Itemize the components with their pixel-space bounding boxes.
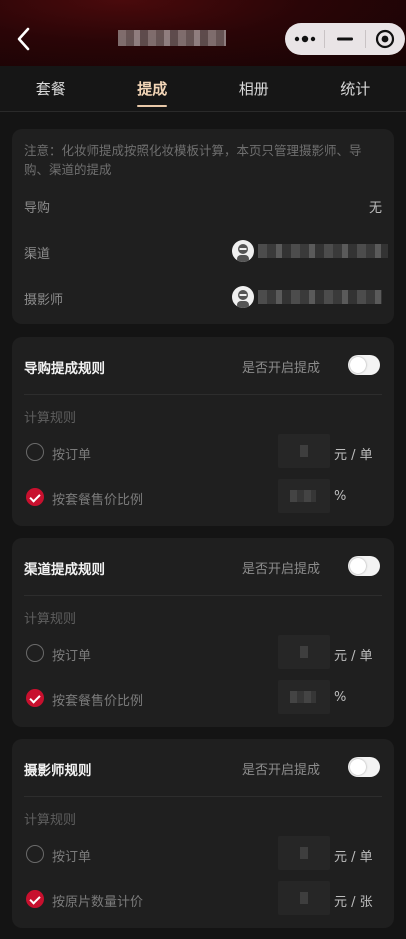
unit-label: % (334, 489, 347, 504)
calc-rule-label: 计算规则 (24, 411, 77, 426)
guide-value[interactable]: 无 (369, 197, 382, 216)
channel-avatar (232, 240, 254, 262)
channel-rule-card: 渠道提成规则 是否开启提成 计算规则 按订单 元 / 单 按套餐售价比例 % (12, 538, 394, 727)
value-input[interactable] (278, 680, 330, 714)
commission-toggle[interactable] (348, 556, 380, 576)
commission-toggle[interactable] (348, 355, 380, 375)
radio-per-photo[interactable] (26, 890, 44, 908)
unit-label: 元 / 单 (334, 850, 373, 865)
photographer-rule-card: 摄影师规则 是否开启提成 计算规则 按订单 元 / 单 按原片数量计价 元 / … (12, 739, 394, 928)
section-title: 渠道提成规则 (24, 562, 105, 578)
close-icon[interactable] (366, 23, 405, 55)
switch-label: 是否开启提成 (242, 763, 321, 778)
divider (24, 394, 382, 395)
unit-label: 元 / 单 (334, 649, 373, 664)
guide-label: 导购 (24, 201, 51, 216)
nav-header (0, 0, 406, 66)
calc-rule-label: 计算规则 (24, 813, 77, 828)
tab-bar: 套餐 提成 相册 统计 (0, 66, 406, 112)
switch-label: 是否开启提成 (242, 562, 321, 577)
info-card: 注意：化妆师提成按照化妆模板计算，本页只管理摄影师、导购、渠道的提成 导购 无 … (12, 129, 394, 324)
calc-rule-label: 计算规则 (24, 612, 77, 627)
divider (24, 796, 382, 797)
guide-rule-card: 导购提成规则 是否开启提成 计算规则 按订单 元 / 单 按套餐售价比例 % (12, 337, 394, 526)
switch-label: 是否开启提成 (242, 361, 321, 376)
commission-toggle[interactable] (348, 757, 380, 777)
section-title: 导购提成规则 (24, 361, 105, 377)
mini-program-capsule (285, 23, 405, 55)
tab-statistics[interactable]: 统计 (305, 66, 406, 111)
value-input[interactable] (278, 434, 330, 468)
radio-per-order[interactable] (26, 443, 44, 461)
divider (24, 595, 382, 596)
option-label[interactable]: 按套餐售价比例 (52, 690, 143, 709)
back-icon[interactable] (14, 26, 36, 52)
photographer-avatar (232, 286, 254, 308)
channel-name-blurred[interactable] (258, 244, 388, 258)
option-label[interactable]: 按订单 (52, 846, 91, 865)
notice-text: 注意：化妆师提成按照化妆模板计算，本页只管理摄影师、导购、渠道的提成 (24, 143, 362, 177)
unit-label: 元 / 张 (334, 895, 373, 910)
option-label[interactable]: 按订单 (52, 444, 91, 463)
value-input[interactable] (278, 881, 330, 915)
radio-per-order[interactable] (26, 644, 44, 662)
page-title-blurred (118, 30, 226, 46)
unit-label: 元 / 单 (334, 448, 373, 463)
channel-label: 渠道 (24, 247, 51, 262)
unit-label: % (334, 690, 347, 705)
value-input[interactable] (278, 479, 330, 513)
option-label[interactable]: 按订单 (52, 645, 91, 664)
option-label[interactable]: 按套餐售价比例 (52, 489, 143, 508)
section-title: 摄影师规则 (24, 763, 92, 779)
photographer-name-blurred[interactable] (258, 290, 382, 304)
minimize-icon[interactable] (325, 23, 364, 55)
radio-price-ratio[interactable] (26, 689, 44, 707)
photographer-label: 摄影师 (24, 293, 64, 308)
tab-commission[interactable]: 提成 (102, 66, 204, 111)
radio-per-order[interactable] (26, 845, 44, 863)
more-icon[interactable] (285, 23, 324, 55)
value-input[interactable] (278, 635, 330, 669)
radio-price-ratio[interactable] (26, 488, 44, 506)
tab-package[interactable]: 套餐 (0, 66, 102, 111)
value-input[interactable] (278, 836, 330, 870)
tab-album[interactable]: 相册 (203, 66, 305, 111)
option-label[interactable]: 按原片数量计价 (52, 891, 143, 910)
